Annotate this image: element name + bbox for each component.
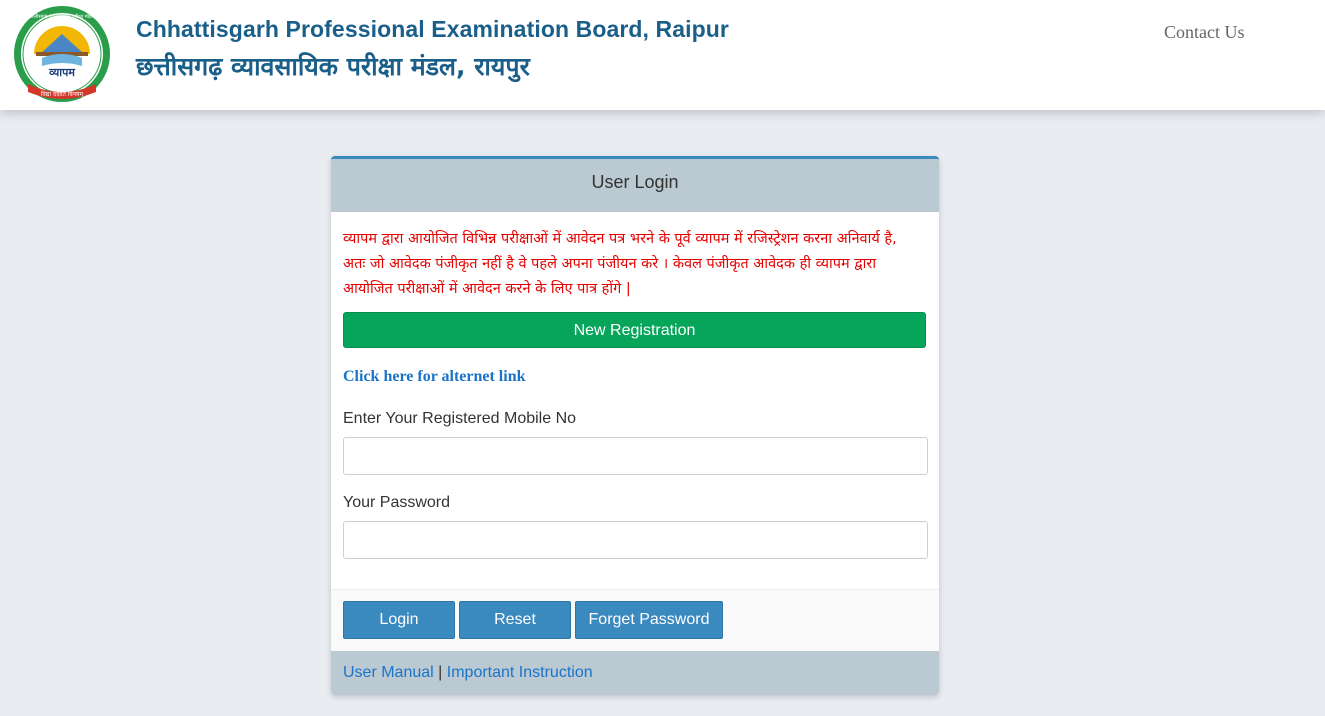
logo-ring-text: छत्तीसगढ़ व्यावसायिक परीक्षा मंडल bbox=[30, 13, 94, 20]
vyapam-logo-icon: व्यापम विद्या ददाति विनयम् छत्तीसगढ़ व्य… bbox=[12, 4, 112, 104]
site-header: व्यापम विद्या ददाति विनयम् छत्तीसगढ़ व्य… bbox=[0, 0, 1325, 110]
mobile-label: Enter Your Registered Mobile No bbox=[343, 410, 577, 427]
registration-notice: व्यापम द्वारा आयोजित विभिन्न परीक्षाओं म… bbox=[343, 231, 897, 297]
site-title-hindi: छत्तीसगढ़ व्यावसायिक परीक्षा मंडल, रायपु… bbox=[136, 52, 530, 81]
mobile-input[interactable] bbox=[343, 437, 928, 475]
contact-us-link[interactable]: Contact Us bbox=[1164, 22, 1245, 43]
new-registration-button[interactable]: New Registration bbox=[343, 312, 926, 348]
user-manual-link[interactable]: User Manual bbox=[343, 664, 434, 681]
login-button[interactable]: Login bbox=[343, 601, 455, 639]
logo-center-text: व्यापम bbox=[48, 66, 75, 79]
form-actions: Login Reset Forget Password bbox=[331, 589, 939, 653]
password-input[interactable] bbox=[343, 521, 928, 559]
forget-password-button[interactable]: Forget Password bbox=[575, 601, 723, 639]
reset-button[interactable]: Reset bbox=[459, 601, 571, 639]
panel-footer: User Manual | Important Instruction bbox=[331, 651, 939, 695]
important-instruction-link[interactable]: Important Instruction bbox=[447, 664, 593, 681]
footer-separator: | bbox=[438, 664, 443, 681]
password-label: Your Password bbox=[343, 494, 451, 511]
site-title-english: Chhattisgarh Professional Examination Bo… bbox=[136, 16, 729, 42]
panel-title: User Login bbox=[331, 159, 939, 212]
alternate-link[interactable]: Click here for alternet link bbox=[343, 368, 526, 386]
user-login-panel: User Login व्यापम द्वारा आयोजित विभिन्न … bbox=[331, 156, 939, 695]
logo-ribbon-text: विद्या ददाति विनयम् bbox=[41, 90, 84, 98]
